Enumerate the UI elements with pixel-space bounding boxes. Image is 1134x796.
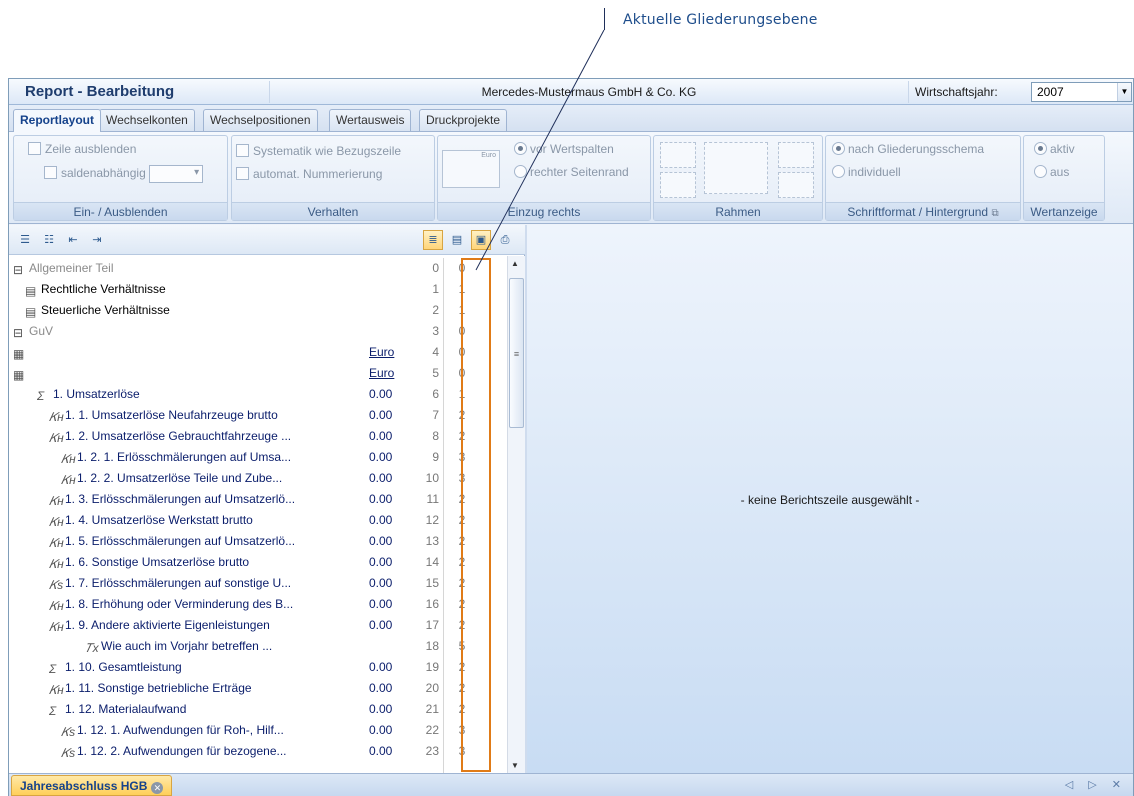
tab-reportlayout[interactable]: Reportlayout	[13, 109, 102, 132]
callout-leader-line	[475, 29, 605, 271]
stage: Aktuelle Gliederungsebene Report - Bearb…	[0, 0, 1134, 796]
